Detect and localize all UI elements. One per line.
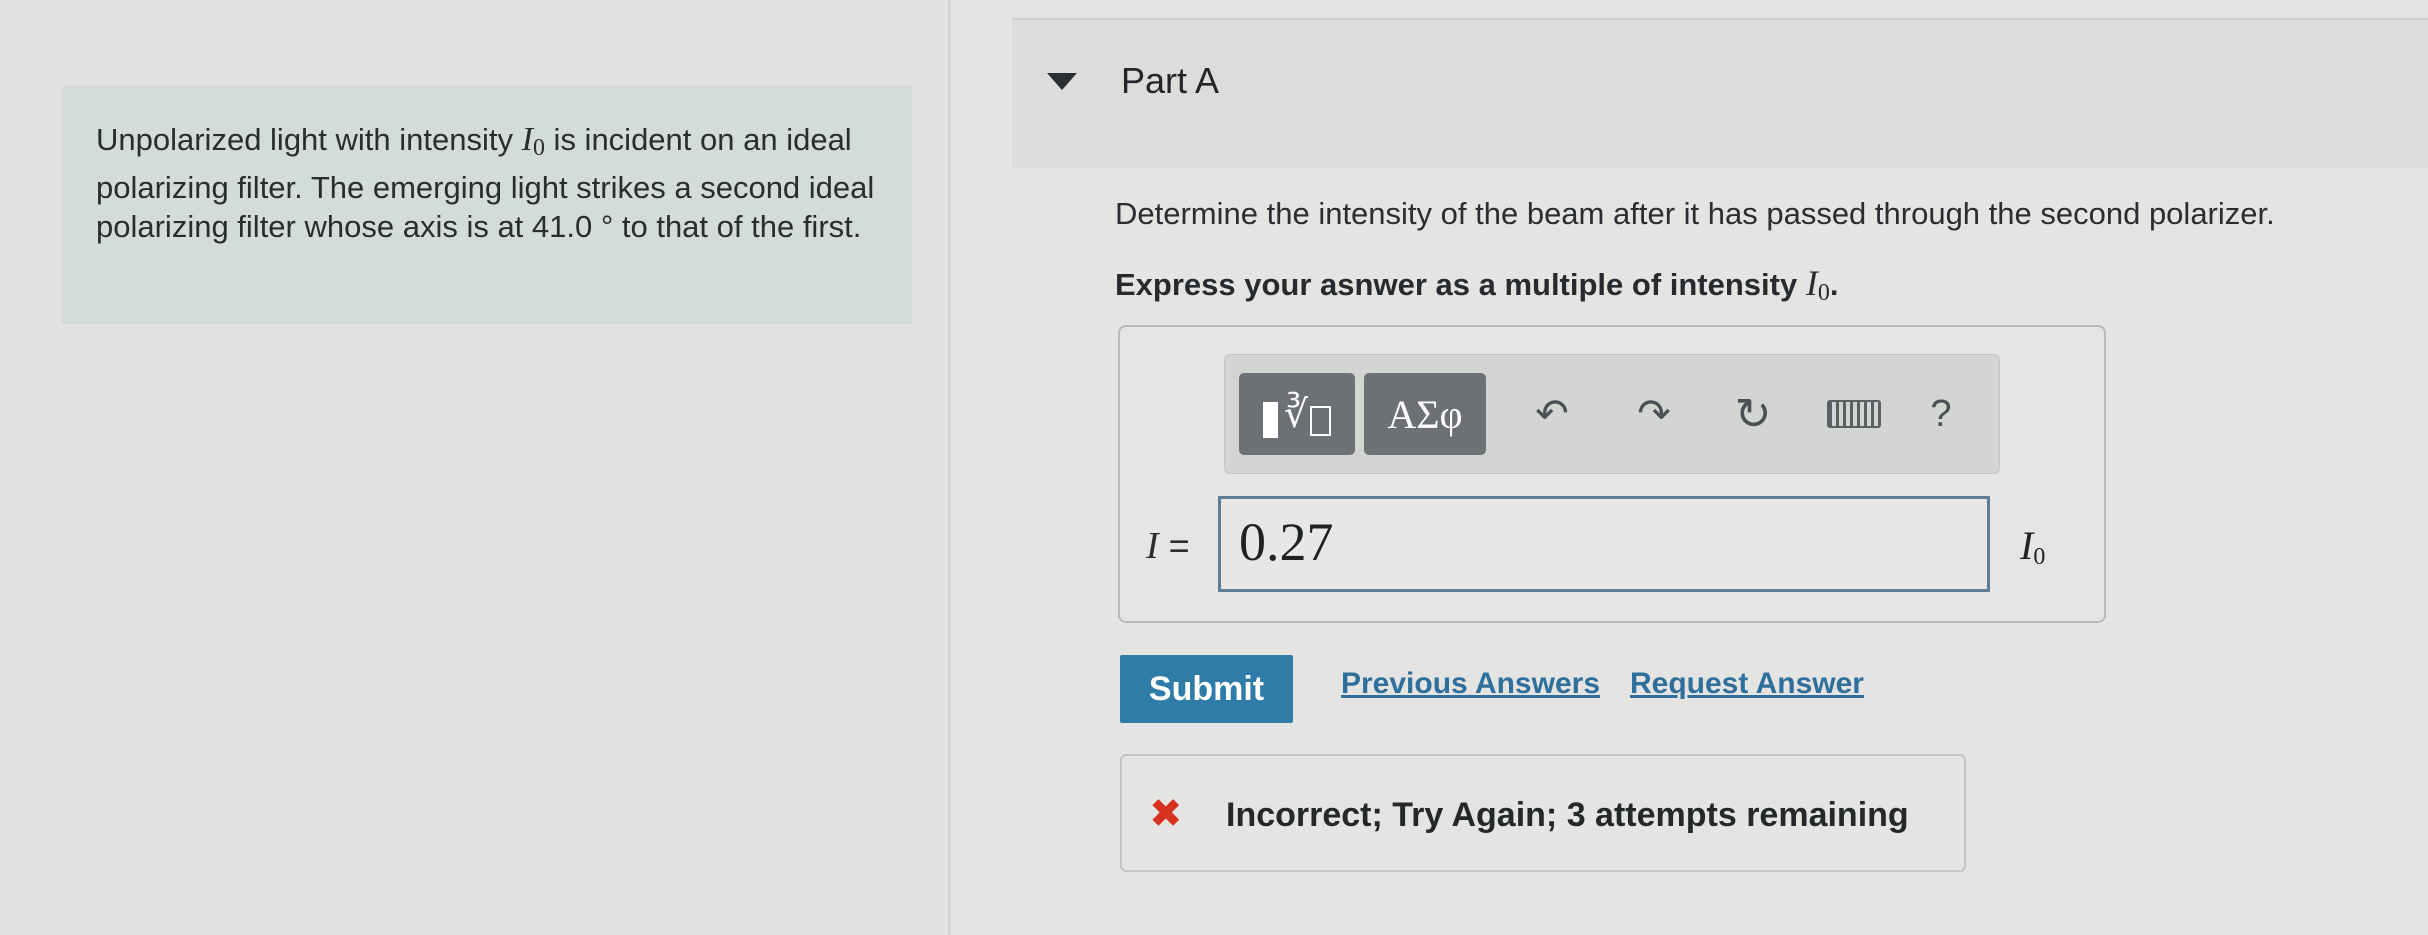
- cube-root-icon: ∛: [1283, 392, 1309, 436]
- intensity-symbol: I0: [521, 121, 545, 161]
- equals-sign: =: [1168, 525, 1190, 566]
- instruction-intensity-letter: I: [1805, 263, 1818, 303]
- math-toolbar: ∛ ΑΣφ ↶ ↷ ↻ ?: [1224, 354, 2000, 474]
- previous-answers-link[interactable]: Previous Answers: [1341, 667, 1600, 701]
- question-text: Determine the intensity of the beam afte…: [1115, 196, 2275, 231]
- variable-label: I =: [1146, 524, 1190, 568]
- part-header[interactable]: [1012, 18, 2428, 168]
- template-block-icon: [1262, 402, 1278, 438]
- undo-icon[interactable]: ↶: [1522, 373, 1582, 455]
- incorrect-x-icon: ✖: [1149, 791, 1183, 837]
- unit-label: I0: [2020, 522, 2045, 571]
- collapse-triangle-icon[interactable]: [1047, 73, 1077, 90]
- submit-button[interactable]: Submit: [1120, 655, 1293, 723]
- problem-text-start: Unpolarized light with intensity: [96, 122, 522, 157]
- answer-instruction: Express your asnwer as a multiple of int…: [1115, 262, 1838, 307]
- request-answer-link[interactable]: Request Answer: [1630, 667, 1864, 701]
- redo-icon[interactable]: ↷: [1624, 373, 1684, 455]
- instruction-suffix: .: [1829, 267, 1839, 302]
- keyboard-icon[interactable]: [1799, 373, 1909, 455]
- templates-button[interactable]: ∛: [1239, 373, 1355, 455]
- intensity-letter: I: [521, 121, 533, 158]
- feedback-message: Incorrect; Try Again; 3 attempts remaini…: [1226, 796, 1909, 834]
- problem-statement: Unpolarized light with intensity I0 is i…: [62, 86, 912, 324]
- template-box-icon: [1310, 406, 1332, 436]
- intensity-subscript: 0: [532, 135, 545, 161]
- part-title[interactable]: Part A: [1121, 60, 1219, 102]
- help-icon[interactable]: ?: [1911, 373, 1971, 455]
- unit-letter: I: [2020, 523, 2034, 568]
- greek-symbols-button[interactable]: ΑΣφ: [1364, 373, 1486, 455]
- instruction-prefix: Express your asnwer as a multiple of int…: [1115, 267, 1806, 302]
- instruction-intensity-symbol: I0: [1805, 263, 1830, 306]
- unit-subscript: 0: [2033, 544, 2046, 570]
- instruction-intensity-subscript: 0: [1817, 280, 1830, 306]
- unit-symbol: I0: [2020, 523, 2046, 570]
- keyboard-shape: [1827, 400, 1881, 428]
- reset-icon[interactable]: ↻: [1723, 373, 1783, 455]
- answer-input[interactable]: 0.27: [1218, 496, 1990, 592]
- variable-symbol: I: [1146, 525, 1159, 567]
